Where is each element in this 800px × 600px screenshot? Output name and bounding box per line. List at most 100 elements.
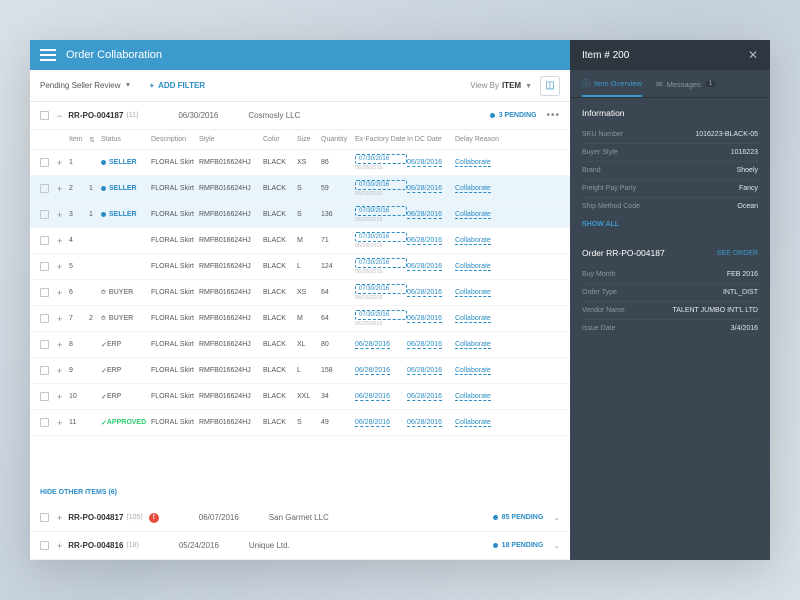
table-row[interactable]: +4FLORAL SkirtRMFB016624HJBLACKM7107/30/… <box>30 228 570 254</box>
checkbox[interactable] <box>40 236 49 245</box>
expand-icon[interactable]: + <box>57 314 62 324</box>
cell-exfactory[interactable]: 07/30/201606/26/2016 <box>355 232 407 250</box>
cell-collaborate[interactable]: Collaborate <box>455 211 505 218</box>
checkbox[interactable] <box>40 314 49 323</box>
checkbox[interactable] <box>40 418 49 427</box>
more-icon[interactable]: ••• <box>546 110 560 121</box>
cell-collaborate[interactable]: Collaborate <box>455 263 505 270</box>
cell-exfactory[interactable]: 07/30/201606/26/2016 <box>355 154 407 172</box>
col-exfactory[interactable]: Ex-Factory Date <box>355 136 407 143</box>
cell-exfactory[interactable]: 07/30/201606/26/2016 <box>355 284 407 302</box>
cell-exfactory[interactable]: 07/30/201606/26/2016 <box>355 206 407 224</box>
table-row[interactable]: +9ERPFLORAL SkirtRMFB016624HJBLACKL15806… <box>30 358 570 384</box>
order-id[interactable]: RR-PO-004816 <box>68 541 123 550</box>
checkbox[interactable] <box>40 288 49 297</box>
expand-icon[interactable]: + <box>57 418 62 428</box>
expand-icon[interactable]: + <box>57 158 62 168</box>
tab-item-overview[interactable]: ⓘItem Overview <box>582 78 642 97</box>
show-all-link[interactable]: SHOW ALL <box>582 221 758 228</box>
expand-icon[interactable]: + <box>57 513 62 523</box>
chevron-down-icon[interactable]: ⌄ <box>553 541 560 550</box>
col-indc[interactable]: In DC Date <box>407 136 455 143</box>
cell-exfactory[interactable]: 07/30/201606/25/2016 <box>355 310 407 328</box>
col-item[interactable]: Item <box>69 136 89 143</box>
cell-collaborate[interactable]: Collaborate <box>455 341 505 348</box>
checkbox[interactable] <box>40 340 49 349</box>
table-row[interactable]: +8ERPFLORAL SkirtRMFB016624HJBLACKXL8006… <box>30 332 570 358</box>
table-row[interactable]: +31SELLERFLORAL SkirtRMFB016624HJBLACKS1… <box>30 202 570 228</box>
checkbox[interactable] <box>40 111 49 120</box>
sort-icon[interactable]: ⇅ <box>89 136 101 144</box>
cell-collaborate[interactable]: Collaborate <box>455 315 505 322</box>
tab-messages[interactable]: ✉Messages1 <box>656 80 716 95</box>
expand-icon[interactable]: + <box>57 184 62 194</box>
cell-exfactory[interactable]: 06/28/2016 <box>355 367 407 374</box>
cell-indc[interactable]: 06/28/2016 <box>407 289 455 296</box>
col-delay[interactable]: Delay Reason <box>455 136 505 143</box>
cell-collaborate[interactable]: Collaborate <box>455 419 505 426</box>
expand-icon[interactable]: + <box>57 236 62 246</box>
table-row[interactable]: +5FLORAL SkirtRMFB016624HJBLACKL12407/30… <box>30 254 570 280</box>
checkbox[interactable] <box>40 210 49 219</box>
table-row[interactable]: +1SELLERFLORAL SkirtRMFB016624HJBLACKXS8… <box>30 150 570 176</box>
cell-indc[interactable]: 06/28/2016 <box>407 393 455 400</box>
expand-icon[interactable]: + <box>57 340 62 350</box>
checkbox[interactable] <box>40 513 49 522</box>
collapse-icon[interactable]: − <box>57 111 62 121</box>
menu-icon[interactable] <box>40 49 56 61</box>
cell-exfactory[interactable]: 06/28/2016 <box>355 341 407 348</box>
table-row[interactable]: +21SELLERFLORAL SkirtRMFB016624HJBLACKS5… <box>30 176 570 202</box>
see-order-link[interactable]: SEE ORDER <box>717 250 758 257</box>
col-color[interactable]: Color <box>263 136 297 143</box>
close-icon[interactable]: ✕ <box>748 48 758 62</box>
expand-icon[interactable]: + <box>57 288 62 298</box>
hide-other-items-link[interactable]: HIDE OTHER ITEMS (6) <box>30 481 570 504</box>
checkbox[interactable] <box>40 366 49 375</box>
col-size[interactable]: Size <box>297 136 321 143</box>
cell-exfactory[interactable]: 06/28/2016 <box>355 419 407 426</box>
checkbox[interactable] <box>40 158 49 167</box>
cell-indc[interactable]: 06/28/2016 <box>407 315 455 322</box>
col-description[interactable]: Description <box>151 136 199 143</box>
expand-icon[interactable]: + <box>57 262 62 272</box>
cell-collaborate[interactable]: Collaborate <box>455 185 505 192</box>
status-filter-dropdown[interactable]: Pending Seller Review▼ <box>40 81 131 90</box>
col-quantity[interactable]: Quantity <box>321 136 355 143</box>
layout-toggle-button[interactable]: ◫ <box>540 76 560 96</box>
cell-indc[interactable]: 06/28/2016 <box>407 263 455 270</box>
expand-icon[interactable]: + <box>57 366 62 376</box>
cell-exfactory[interactable]: 06/28/2016 <box>355 393 407 400</box>
expand-icon[interactable]: + <box>57 392 62 402</box>
cell-indc[interactable]: 06/28/2016 <box>407 367 455 374</box>
order-id[interactable]: RR-PO-004187 <box>68 111 123 120</box>
cell-indc[interactable]: 06/28/2016 <box>407 159 455 166</box>
cell-indc[interactable]: 06/28/2016 <box>407 237 455 244</box>
cell-exfactory[interactable]: 07/30/201606/26/2016 <box>355 258 407 276</box>
cell-indc[interactable]: 06/28/2016 <box>407 211 455 218</box>
cell-exfactory[interactable]: 07/30/201606/26/2016 <box>355 180 407 198</box>
cell-collaborate[interactable]: Collaborate <box>455 393 505 400</box>
expand-icon[interactable]: + <box>57 541 62 551</box>
col-status[interactable]: Status <box>101 136 151 143</box>
col-style[interactable]: Style <box>199 136 263 143</box>
cell-indc[interactable]: 06/28/2016 <box>407 185 455 192</box>
cell-indc[interactable]: 06/28/2016 <box>407 419 455 426</box>
expand-icon[interactable]: + <box>57 210 62 220</box>
cell-collaborate[interactable]: Collaborate <box>455 289 505 296</box>
cell-collaborate[interactable]: Collaborate <box>455 367 505 374</box>
checkbox[interactable] <box>40 184 49 193</box>
table-row[interactable]: +72BUYERFLORAL SkirtRMFB016624HJBLACKM64… <box>30 306 570 332</box>
checkbox[interactable] <box>40 541 49 550</box>
table-row[interactable]: +11APPROVEDFLORAL SkirtRMFB016624HJBLACK… <box>30 410 570 436</box>
checkbox[interactable] <box>40 262 49 271</box>
cell-collaborate[interactable]: Collaborate <box>455 237 505 244</box>
add-filter-button[interactable]: +ADD FILTER <box>149 81 205 90</box>
cell-collaborate[interactable]: Collaborate <box>455 159 505 166</box>
table-row[interactable]: +6BUYERFLORAL SkirtRMFB016624HJBLACKXS64… <box>30 280 570 306</box>
table-row[interactable]: +10ERPFLORAL SkirtRMFB016624HJBLACKXXL34… <box>30 384 570 410</box>
chevron-down-icon[interactable]: ▼ <box>525 83 532 90</box>
chevron-down-icon[interactable]: ⌄ <box>553 513 560 522</box>
checkbox[interactable] <box>40 392 49 401</box>
order-id[interactable]: RR-PO-004817 <box>68 513 123 522</box>
cell-indc[interactable]: 06/28/2016 <box>407 341 455 348</box>
